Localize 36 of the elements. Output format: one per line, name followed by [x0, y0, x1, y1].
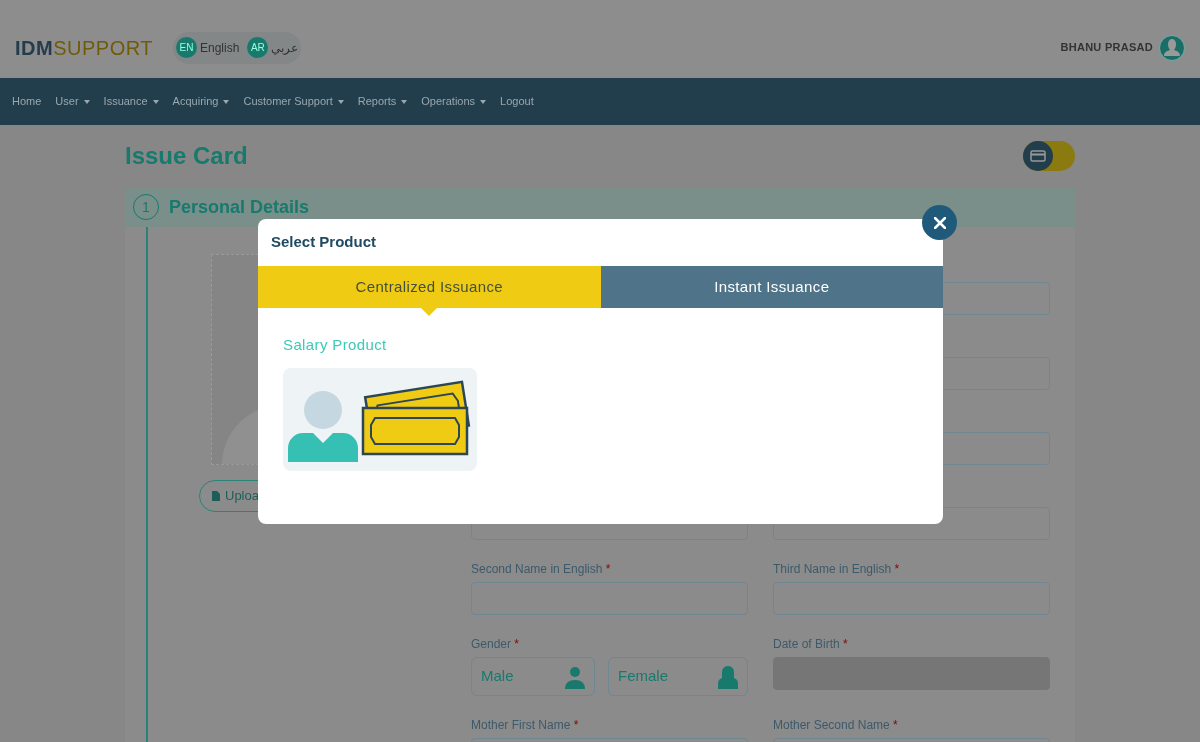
card-icon — [1030, 150, 1046, 162]
nav-link[interactable]: Customer Support — [243, 93, 344, 110]
tab[interactable]: Instant Issuance — [600, 266, 943, 308]
language-option[interactable]: عربي — [271, 38, 299, 57]
language-code[interactable]: AR — [247, 37, 269, 58]
field-label: Gender * — [471, 636, 521, 650]
user-name[interactable]: BHANU PRASAD — [1060, 39, 1153, 56]
nav-link[interactable]: Operations — [421, 93, 487, 110]
nav-link[interactable]: Home — [12, 93, 42, 110]
nav-link[interactable]: Reports — [357, 93, 408, 110]
field-label: Mother First Name * — [471, 717, 580, 731]
section-title: Personal Details — [169, 195, 310, 219]
nav-link[interactable]: User — [55, 93, 90, 110]
nav-link[interactable]: Issuance — [103, 93, 159, 110]
person-icon — [718, 664, 738, 689]
field-label: Third Name in English * — [773, 561, 901, 575]
language-code[interactable]: EN — [176, 37, 197, 58]
modal-title: Select Product — [271, 232, 377, 253]
nav-link[interactable]: Logout — [500, 93, 534, 110]
nav-link[interactable]: Acquiring — [172, 93, 230, 110]
page-title: Issue Card — [125, 141, 248, 171]
input-field[interactable] — [773, 582, 1050, 615]
person-icon — [565, 664, 585, 689]
close-icon — [933, 216, 946, 229]
field-label: Date of Birth * — [773, 636, 849, 650]
product-card[interactable] — [283, 367, 477, 471]
file-icon — [212, 491, 220, 501]
field-label: Second Name in English * — [471, 561, 612, 575]
input-field[interactable] — [471, 582, 748, 615]
field-label: Mother Second Name * — [773, 717, 899, 731]
language-option[interactable]: English — [200, 38, 240, 57]
avatar-icon[interactable] — [1159, 34, 1185, 61]
logo-text: SUPPORT — [53, 35, 153, 61]
tab-pointer — [421, 308, 438, 316]
view-toggle[interactable] — [1023, 141, 1075, 171]
logo-text: IDM — [15, 35, 54, 61]
